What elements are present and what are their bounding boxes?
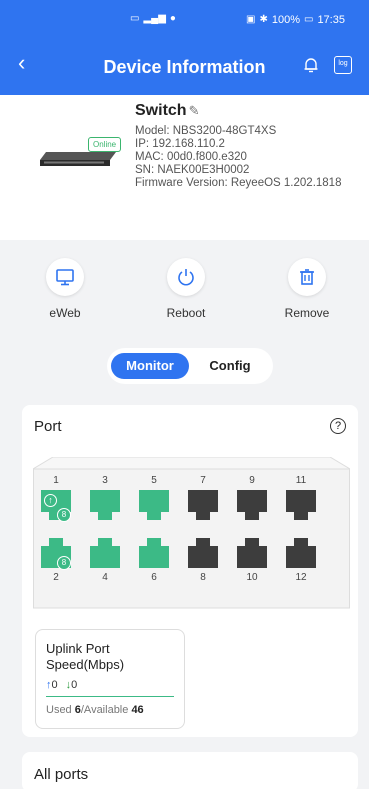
device-card: Online Switch ✎ Model: NBS3200-48GT4XS IP… [0,95,369,240]
port-section-title: Port [34,418,62,435]
reboot-circle[interactable] [167,258,205,296]
battery-icon: ▭ [303,14,314,25]
port-number: 12 [295,572,307,583]
vpn-icon: ● [169,13,176,24]
port-2[interactable]: 8 [41,538,71,570]
device-ip: IP: 192.168.110.2 [135,138,225,150]
port-5[interactable] [139,490,169,520]
status-left: ▭ ▂▄▆ ● [130,14,176,24]
port-6[interactable] [139,538,169,568]
trash-icon [300,269,314,285]
monitor-icon [56,269,74,286]
used-label: Used [46,704,75,716]
power-icon [178,269,194,286]
uplink-speed-box[interactable]: Uplink Port Speed(Mbps) ↑0 ↓0 Used 6/Ava… [35,629,185,729]
port-number: 10 [246,572,258,583]
port-8[interactable] [188,538,218,568]
remove-circle[interactable] [288,258,326,296]
available-label: /Available [80,704,132,716]
port-number: 9 [249,475,255,486]
status-bar: ▭ ▂▄▆ ● ▣ ✱ 100% ▭ 17:35 [0,0,369,40]
port-10[interactable] [237,538,267,568]
device-name: Switch ✎ [135,102,199,120]
status-right: ▣ ✱ 100% ▭ 17:35 [246,14,345,26]
status-badge: Online [88,137,122,152]
app-header: ▭ ▂▄▆ ● ▣ ✱ 100% ▭ 17:35 ‹ Device Inform… [0,0,369,95]
port-12[interactable] [286,538,316,568]
device-mac: MAC: 00d0.f800.e320 [135,151,247,163]
clock: 17:35 [317,14,345,26]
uplink-speeds: ↑0 ↓0 [46,679,77,691]
port-11[interactable] [286,490,316,520]
device-model: Model: NBS3200-48GT4XS [135,125,277,137]
device-sn: SN: NAEK00E3H0002 [135,164,250,176]
tab-monitor[interactable]: Monitor [111,353,189,379]
uplink-up-value: 0 [51,679,58,691]
nfc-icon: ▣ [246,14,256,25]
action-row: eWeb Reboot Remove [0,258,369,328]
uplink-up: ↑0 [46,679,58,691]
bell-icon[interactable] [302,56,320,74]
port-number: 8 [200,572,206,583]
eweb-button[interactable]: eWeb [30,258,100,320]
port-4[interactable] [90,538,120,568]
hd-icon: ▭ [130,13,140,24]
port-number: 6 [151,572,157,583]
edit-icon[interactable]: ✎ [189,103,200,119]
port-number: 2 [53,572,59,583]
uplink-port-icon: ↑ [44,494,57,507]
port-7[interactable] [188,490,218,520]
reboot-label: Reboot [166,306,206,320]
battery-percent: 100% [271,14,300,26]
help-icon[interactable]: ? [330,418,346,434]
uplink-down: ↓0 [66,679,78,691]
uplink-divider [46,696,174,697]
port-number: 11 [295,475,307,486]
port-badge: 8 [57,508,71,522]
eweb-circle[interactable] [46,258,84,296]
bluetooth-icon: ✱ [259,14,268,25]
device-name-text: Switch [135,102,187,119]
port-number: 7 [200,475,206,486]
port-9[interactable] [237,490,267,520]
port-number: 4 [102,572,108,583]
port-1[interactable]: ↑ 8 [41,490,71,522]
switch-panel: 1 ↑ 8 2 8 3 4 5 6 7 8 9 10 11 12 [33,457,350,609]
log-icon[interactable]: log [334,56,352,74]
port-card: Port ? 1 ↑ 8 2 8 3 4 5 6 7 8 9 10 11 12 Uplink Port Sp… [22,405,358,737]
uplink-title: Uplink Port Speed(Mbps) [46,641,125,672]
device-info: Model: NBS3200-48GT4XS IP: 192.168.110.2… [135,125,360,190]
remove-label: Remove [284,306,330,320]
available-count: 46 [131,704,144,716]
port-usage: Used 6/Available 46 [46,704,144,716]
port-number: 5 [151,475,157,486]
eweb-label: eWeb [49,306,81,320]
port-number: 1 [53,475,59,486]
device-firmware: Firmware Version: ReyeeOS 1.202.1818 [135,177,342,189]
view-tabs: Monitor Config [107,348,273,384]
port-badge: 8 [57,556,71,570]
all-ports-title: All ports [34,766,89,783]
all-ports-card[interactable]: All ports [22,752,358,789]
signal-icon: ▂▄▆ [143,13,166,24]
remove-button[interactable]: Remove [272,258,342,320]
port-3[interactable] [90,490,120,520]
port-number: 3 [102,475,108,486]
tab-config[interactable]: Config [195,353,265,379]
uplink-down-value: 0 [71,679,78,691]
reboot-button[interactable]: Reboot [151,258,221,320]
